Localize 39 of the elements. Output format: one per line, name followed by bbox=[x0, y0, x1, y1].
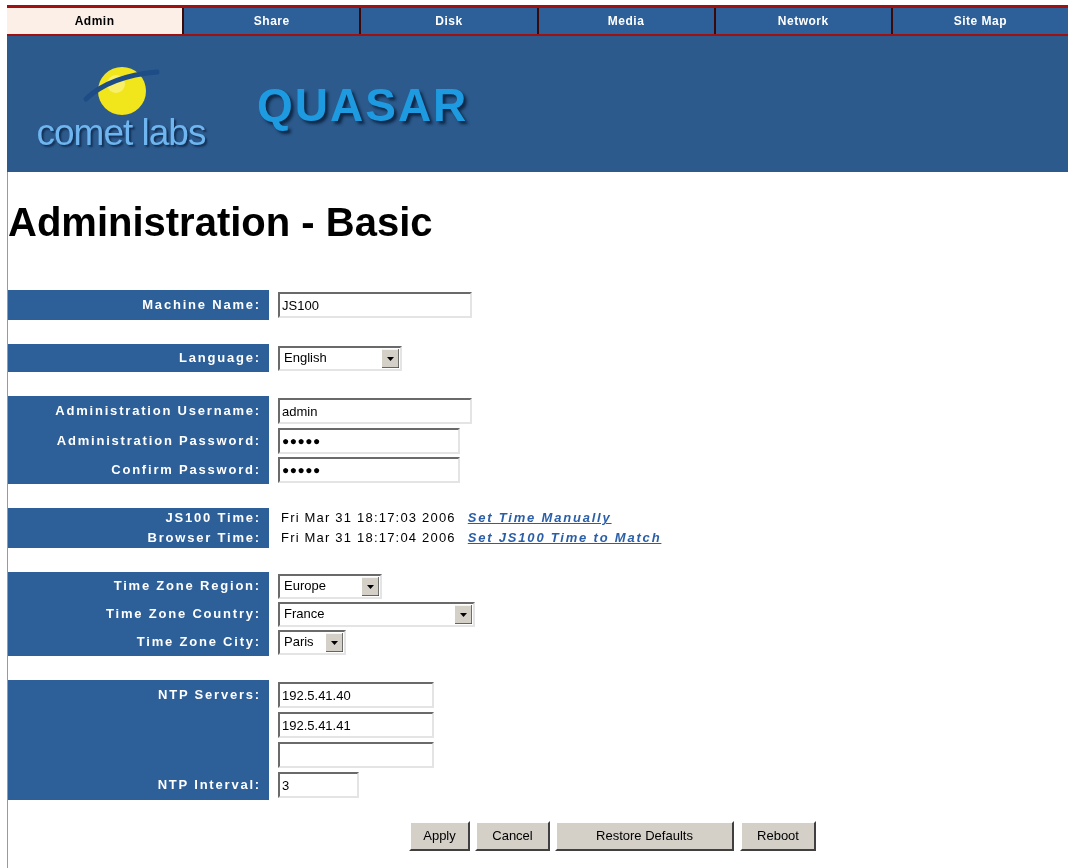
text-field[interactable]: admin bbox=[278, 398, 472, 424]
password-field[interactable]: ●●●●● bbox=[278, 456, 460, 483]
page-title: Administration - Basic bbox=[8, 200, 434, 244]
dropdown[interactable]: English bbox=[278, 345, 402, 371]
field-label: Administration Password: bbox=[56, 431, 261, 450]
company-logo-text: comet labs bbox=[36, 114, 206, 152]
dropdown-arrow-icon bbox=[455, 604, 472, 624]
field-label: Confirm Password: bbox=[111, 460, 261, 479]
form-button[interactable]: Cancel bbox=[475, 821, 550, 851]
time-value: Fri Mar 31 18:17:03 2006 bbox=[281, 509, 456, 528]
form-button[interactable]: Apply bbox=[409, 821, 470, 851]
field-label: Time Zone Region: bbox=[113, 577, 261, 596]
time-link[interactable]: Set JS100 Time to Match bbox=[467, 528, 662, 548]
text-field[interactable]: 192.5.41.41 bbox=[278, 712, 434, 738]
password-field[interactable]: ●●●●● bbox=[278, 427, 460, 454]
form-button[interactable]: Restore Defaults bbox=[555, 821, 734, 851]
time-link[interactable]: Set Time Manually bbox=[467, 508, 612, 528]
dropdown[interactable]: Paris bbox=[278, 629, 346, 655]
nav-tab[interactable]: Admin bbox=[7, 8, 183, 34]
field-label: NTP Servers: bbox=[158, 686, 261, 705]
text-field[interactable]: JS100 bbox=[278, 292, 472, 318]
field-label: Language: bbox=[179, 349, 261, 368]
field-label: Browser Time: bbox=[147, 529, 261, 548]
field-label: Time Zone City: bbox=[136, 633, 261, 652]
dropdown-arrow-icon bbox=[382, 348, 399, 368]
dropdown[interactable]: France bbox=[278, 601, 475, 627]
form-button[interactable]: Reboot bbox=[740, 821, 816, 851]
field-label: Administration Username: bbox=[55, 402, 261, 421]
text-field[interactable]: 192.5.41.40 bbox=[278, 682, 434, 708]
text-field[interactable] bbox=[278, 742, 434, 768]
dropdown-arrow-icon bbox=[362, 576, 379, 596]
field-label: JS100 Time: bbox=[165, 509, 261, 528]
text-field[interactable]: 3 bbox=[278, 772, 359, 798]
dropdown-arrow-icon bbox=[326, 632, 343, 652]
field-label: Time Zone Country: bbox=[106, 605, 261, 624]
field-label: NTP Interval: bbox=[157, 776, 261, 795]
time-value: Fri Mar 31 18:17:04 2006 bbox=[281, 529, 456, 548]
field-label: Machine Name: bbox=[142, 296, 261, 315]
dropdown[interactable]: Europe bbox=[278, 573, 382, 599]
